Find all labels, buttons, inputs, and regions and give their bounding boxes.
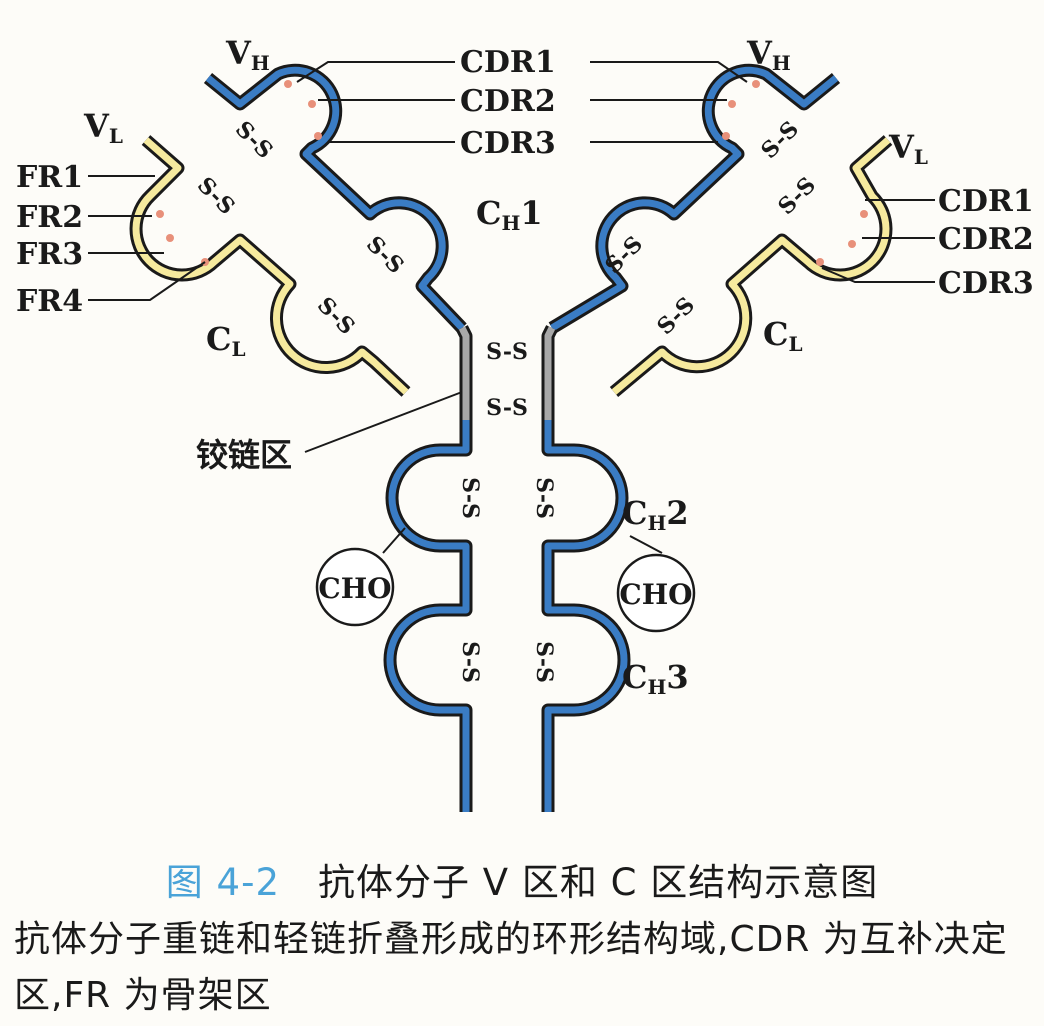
cdr2-label-light: CDR2 xyxy=(938,222,1034,257)
cdr1-label-heavy: CDR1 xyxy=(460,45,556,80)
ss-hinge-1: S-S xyxy=(486,339,528,365)
ss-vh-right: S-S xyxy=(756,116,804,164)
ch1-label: CH1 xyxy=(476,194,543,235)
cdr2-mark-heavy-left xyxy=(308,100,316,108)
ch2-label: CH2 xyxy=(622,494,689,535)
heavy-chain-left-fab xyxy=(205,66,465,331)
cdr1-mark-heavy-right xyxy=(752,80,760,88)
ss-cl-left: S-S xyxy=(312,292,360,340)
vh-label-left: VH xyxy=(225,34,270,75)
cdr2-mark-light-right xyxy=(848,240,856,248)
ss-ch2-left: S-S xyxy=(457,477,483,519)
cdr1-label-light: CDR1 xyxy=(938,184,1034,219)
hinge-right xyxy=(544,326,556,420)
fr4-label: FR4 xyxy=(16,284,83,319)
ss-ch2-right: S-S xyxy=(531,477,557,519)
ss-ch3-left: S-S xyxy=(457,641,483,683)
cl-label-left: CL xyxy=(206,320,246,361)
cdr2-mark-heavy-right xyxy=(728,100,736,108)
fr3-label: FR3 xyxy=(16,237,83,272)
cdr3-label-heavy: CDR3 xyxy=(460,126,556,161)
cl-label-right: CL xyxy=(763,315,803,356)
hinge-left xyxy=(458,326,470,420)
cho-label-left: CHO xyxy=(318,572,391,605)
heavy-chain-left-fc-outline xyxy=(383,420,473,812)
disulfide-bonds: S-SS-SS-SS-SS-SS-SS-SS-SS-SS-SS-S S-SS-S S… xyxy=(192,116,821,683)
cdr3-mark-light-right xyxy=(816,258,824,266)
vl-label-right: VL xyxy=(888,128,928,169)
cdr3-mark-heavy-right xyxy=(722,132,730,140)
fr1-label: FR1 xyxy=(16,160,83,195)
cdr3-mark-heavy-left xyxy=(314,132,322,140)
figure-caption: 图 4-2 抗体分子 V 区和 C 区结构示意图 xyxy=(0,852,1044,906)
figure-title: 抗体分子 V 区和 C 区结构示意图 xyxy=(318,861,879,904)
cdr1-mark-heavy-left xyxy=(284,80,292,88)
ch3-label: CH3 xyxy=(622,658,689,699)
ss-ch3-right: S-S xyxy=(531,641,557,683)
ss-cl-right: S-S xyxy=(652,292,700,340)
heavy-chain-right-fc-outline xyxy=(541,420,631,812)
ss-ch1-left: S-S xyxy=(361,231,409,279)
ss-vl-left: S-S xyxy=(192,172,240,220)
hinge-label: 铰链区 xyxy=(196,436,292,474)
ss-vl-right: S-S xyxy=(773,172,821,220)
light-chain-right xyxy=(611,137,891,395)
cdr3-label-light: CDR3 xyxy=(938,266,1034,301)
cho-group: CHO CHO xyxy=(315,547,696,633)
fr2-label: FR2 xyxy=(16,200,83,235)
antibody-diagram: S-SS-SS-SS-SS-SS-SS-SS-SS-SS-SS-S S-SS-S S… xyxy=(16,34,1034,812)
vl-label-left: VL xyxy=(83,107,123,148)
cdr1-mark-light-left xyxy=(156,210,164,218)
figure-number: 图 4-2 xyxy=(165,861,280,904)
ss-vh-left: S-S xyxy=(230,116,278,164)
ss-hinge-2: S-S xyxy=(486,395,528,421)
vh-label-right: VH xyxy=(746,34,791,75)
cho-label-right: CHO xyxy=(619,578,692,611)
figure-description: 抗体分子重链和轻链折叠形成的环形结构域,CDR 为互补决定区,FR 为骨架区 xyxy=(14,919,1008,1016)
cdr2-mark-light-left xyxy=(166,234,174,242)
cdr2-label-heavy: CDR2 xyxy=(460,84,556,119)
cdr1-mark-light-right xyxy=(860,210,868,218)
